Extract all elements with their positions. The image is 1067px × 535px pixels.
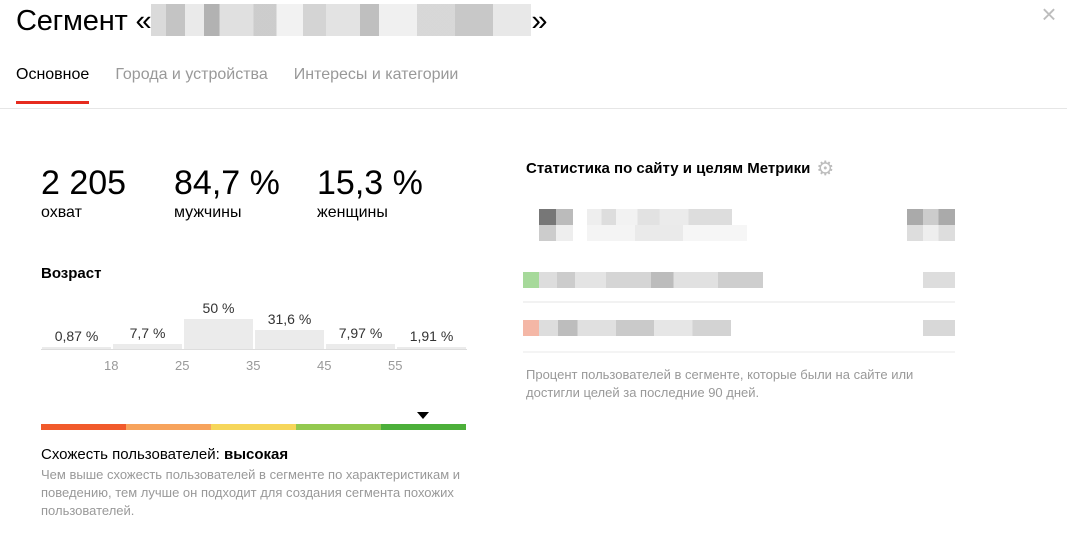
redacted-cell bbox=[539, 320, 731, 336]
age-baseline bbox=[41, 349, 467, 350]
tabs-divider bbox=[0, 108, 1067, 109]
redacted-cell bbox=[539, 272, 763, 288]
age-bar bbox=[184, 319, 253, 349]
close-icon[interactable]: × bbox=[1037, 1, 1061, 27]
age-bar-label: 1,91 % bbox=[409, 328, 454, 344]
age-tick-label: 45 bbox=[317, 358, 332, 373]
stat-reach: 2 205 охват bbox=[41, 164, 126, 222]
age-bar-label: 7,97 % bbox=[338, 325, 383, 342]
segment-title: Сегмент « » bbox=[16, 4, 548, 38]
age-chart: 0,87 % 7,7 % 50 % 31,6 % 7,97 % 1,91 % 18 25 35 4… bbox=[41, 296, 467, 376]
age-tick-label: 55 bbox=[388, 358, 403, 373]
stat-men-label: мужчины bbox=[174, 204, 242, 221]
similarity-title: Схожесть пользователей: высокая bbox=[41, 446, 288, 463]
similarity-segment bbox=[126, 424, 211, 430]
similarity-segment bbox=[211, 424, 296, 430]
redacted-divider bbox=[523, 351, 955, 353]
tab-interests-categories[interactable]: Интересы и категории bbox=[294, 66, 459, 104]
segment-name-redacted bbox=[151, 4, 532, 36]
similarity-segment bbox=[41, 424, 126, 430]
title-prefix: Сегмент « bbox=[16, 5, 152, 37]
age-bar-label: 7,7 % bbox=[129, 325, 166, 342]
redacted-cell bbox=[539, 209, 573, 225]
similarity-marker-icon bbox=[417, 412, 429, 419]
redacted-color-cell bbox=[523, 320, 539, 336]
age-tick-label: 35 bbox=[246, 358, 261, 373]
age-bar-label: 0,87 % bbox=[54, 328, 99, 344]
redacted-divider bbox=[523, 301, 955, 303]
stat-women-label: женщины bbox=[317, 204, 388, 221]
title-suffix: » bbox=[531, 5, 548, 37]
similarity-segment bbox=[381, 424, 466, 430]
age-bar bbox=[326, 344, 395, 349]
stat-women-value: 15,3 % bbox=[317, 164, 423, 202]
stat-reach-value: 2 205 bbox=[41, 164, 127, 202]
age-bar-label: 50 % bbox=[202, 300, 235, 316]
metrika-footnote: Процент пользователей в сегменте, которы… bbox=[526, 367, 914, 400]
metrika-stats-redacted bbox=[523, 205, 955, 360]
tab-cities-devices[interactable]: Города и устройства bbox=[115, 66, 267, 104]
age-title: Возраст bbox=[41, 265, 102, 282]
age-tick-label: 25 bbox=[175, 358, 190, 373]
redacted-cell bbox=[907, 225, 955, 241]
redacted-cell bbox=[587, 225, 747, 241]
redacted-cell bbox=[923, 272, 955, 288]
similarity-label: Схожесть пользователей: bbox=[41, 446, 220, 463]
redacted-color-cell bbox=[523, 272, 539, 288]
redacted-cell bbox=[907, 209, 955, 225]
stat-reach-label: охват bbox=[41, 204, 82, 221]
redacted-cell bbox=[587, 209, 732, 225]
age-tick-label: 18 bbox=[104, 358, 119, 373]
age-bar bbox=[42, 347, 111, 349]
redacted-cell bbox=[923, 320, 955, 336]
similarity-description: Чем выше схожесть пользователей в сегмен… bbox=[41, 467, 461, 518]
age-bar-label: 31,6 % bbox=[267, 311, 312, 328]
age-bar bbox=[113, 344, 182, 349]
age-bar bbox=[255, 330, 324, 349]
gear-icon[interactable]: ⚙ bbox=[816, 159, 834, 179]
metrika-header: Статистика по сайту и целям Метрики ⚙ bbox=[526, 159, 834, 179]
similarity-segment bbox=[296, 424, 381, 430]
tab-main[interactable]: Основное bbox=[16, 66, 90, 104]
stat-women: 15,3 % женщины bbox=[317, 164, 423, 222]
metrika-title: Статистика по сайту и целям Метрики bbox=[526, 160, 811, 177]
redacted-cell bbox=[539, 225, 573, 241]
stat-men-value: 84,7 % bbox=[174, 164, 280, 202]
tab-bar: Основное Города и устройства Интересы и … bbox=[16, 66, 458, 104]
stat-men: 84,7 % мужчины bbox=[174, 164, 280, 222]
age-bar bbox=[397, 347, 466, 349]
similarity-value: высокая bbox=[224, 446, 289, 463]
similarity-scale bbox=[41, 424, 466, 430]
